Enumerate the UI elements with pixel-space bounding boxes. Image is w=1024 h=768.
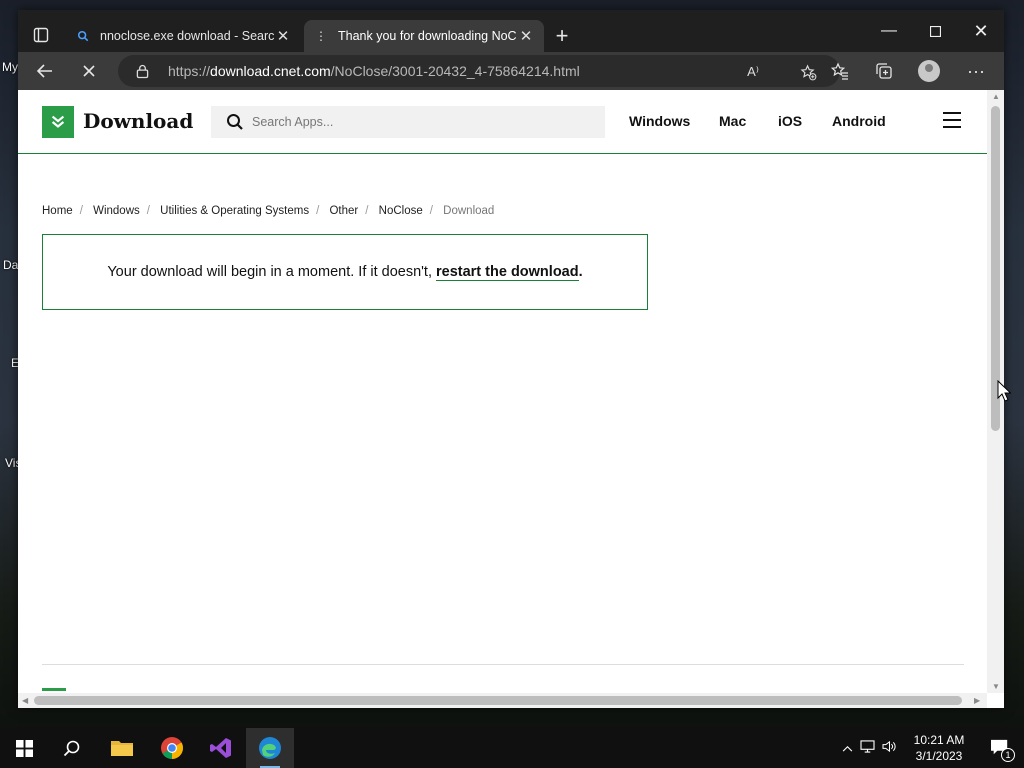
maximize-button[interactable] (912, 16, 958, 46)
taskbar-clock[interactable]: 10:21 AM 3/1/2023 (904, 732, 974, 764)
restart-download-link[interactable]: restart the download (436, 264, 579, 281)
back-arrow-icon (36, 64, 52, 78)
breadcrumb-windows[interactable]: Windows (93, 205, 140, 217)
site-logo-text[interactable]: Download (83, 109, 193, 133)
maximize-icon (929, 25, 941, 37)
new-tab-button[interactable]: + (548, 22, 576, 50)
tab-actions-button[interactable] (26, 20, 56, 50)
url-domain: download.cnet.com (210, 63, 331, 79)
horizontal-scroll-thumb[interactable] (34, 696, 962, 705)
url-path: /NoClose/3001-20432_4-75864214.html (330, 63, 580, 79)
site-header: Download Windows Mac iOS Android (18, 90, 987, 154)
favorites-button[interactable] (825, 56, 855, 86)
desktop-label-da[interactable]: Da (3, 258, 18, 272)
search-favicon-icon (76, 29, 90, 43)
tab-search[interactable]: nnoclose.exe download - Search ✕ (66, 20, 301, 52)
nav-windows[interactable]: Windows (629, 113, 690, 129)
section-accent-bar (42, 688, 66, 691)
breadcrumb-utilities[interactable]: Utilities & Operating Systems (160, 205, 309, 217)
system-tray (838, 728, 900, 768)
search-icon (63, 740, 80, 757)
visual-studio-button[interactable] (197, 728, 245, 768)
notice-text: Your download will begin in a moment. If… (107, 264, 432, 280)
page-viewport: Download Windows Mac iOS Android Home/ W… (18, 90, 987, 693)
search-input[interactable] (252, 115, 572, 129)
start-button[interactable] (0, 728, 48, 768)
browser-titlebar: nnoclose.exe download - Search ✕ ⋮ Thank… (18, 10, 1004, 52)
close-window-button[interactable]: ✕ (958, 16, 1004, 46)
network-icon[interactable] (856, 740, 878, 756)
edge-icon (259, 737, 281, 759)
breadcrumb-home[interactable]: Home (42, 205, 73, 217)
more-dots-icon: ⋮ (315, 29, 327, 43)
visual-studio-icon (210, 738, 231, 758)
notification-count-badge: 1 (1001, 748, 1015, 762)
breadcrumb-noclose[interactable]: NoClose (379, 205, 423, 217)
horizontal-scrollbar[interactable]: ◀ ▶ (18, 693, 987, 708)
breadcrumb: Home / Windows / Utilities & Operating Sys… (42, 205, 495, 217)
taskbar: 10:21 AM 3/1/2023 1 (0, 728, 1024, 768)
browser-toolbar: https://download.cnet.com/NoClose/3001-2… (18, 52, 1004, 90)
stop-loading-button[interactable] (74, 56, 104, 86)
settings-more-button[interactable]: ··· (961, 56, 991, 86)
tab-actions-icon (33, 27, 49, 43)
clock-time: 10:21 AM (913, 733, 965, 747)
back-button[interactable] (30, 56, 60, 86)
nav-android[interactable]: Android (832, 113, 886, 129)
read-aloud-icon[interactable]: A⁾ (743, 62, 763, 82)
chrome-icon (161, 737, 183, 759)
add-favorite-icon[interactable] (798, 62, 818, 82)
desktop-label-my[interactable]: My (2, 60, 18, 74)
notification-center-button[interactable]: 1 (976, 728, 1024, 768)
chrome-button[interactable] (148, 728, 196, 768)
show-hidden-icons-icon[interactable] (838, 741, 856, 755)
nav-mac[interactable]: Mac (719, 113, 746, 129)
windows-logo-icon (15, 739, 33, 757)
url-prefix: https:// (168, 63, 211, 79)
notice-tail: . (578, 264, 583, 280)
mouse-cursor-icon (997, 380, 1011, 402)
tab-close-icon[interactable]: ✕ (275, 27, 291, 45)
scroll-up-arrow-icon[interactable]: ▲ (992, 92, 1000, 101)
download-notice: Your download will begin in a moment. If… (42, 234, 648, 310)
scroll-right-arrow-icon[interactable]: ▶ (974, 696, 980, 705)
scroll-down-arrow-icon[interactable]: ▼ (992, 682, 1000, 691)
browser-window: nnoclose.exe download - Search ✕ ⋮ Thank… (18, 10, 1004, 708)
lock-icon[interactable] (136, 64, 154, 79)
url-text[interactable]: https://download.cnet.com/NoClose/3001-2… (168, 63, 580, 79)
collections-button[interactable] (869, 56, 899, 86)
tab-title: Thank you for downloading NoC (338, 29, 517, 43)
file-explorer-button[interactable] (98, 728, 146, 768)
tab-title: nnoclose.exe download - Search (100, 29, 275, 43)
volume-icon[interactable] (878, 740, 900, 756)
menu-hamburger-icon[interactable] (943, 112, 961, 128)
nav-ios[interactable]: iOS (778, 113, 802, 129)
stop-loading-icon (83, 65, 95, 77)
profile-avatar[interactable] (918, 60, 940, 82)
edge-button[interactable] (246, 728, 294, 768)
scroll-left-arrow-icon[interactable]: ◀ (22, 696, 28, 705)
folder-icon (111, 741, 133, 756)
breadcrumb-current: Download (443, 205, 495, 217)
breadcrumb-other[interactable]: Other (329, 205, 358, 217)
favorites-icon (831, 62, 848, 80)
content-divider (42, 664, 964, 665)
address-bar[interactable]: https://download.cnet.com/NoClose/3001-2… (118, 55, 840, 87)
tab-download[interactable]: ⋮ Thank you for downloading NoC ✕ (304, 20, 544, 52)
tab-close-icon[interactable]: ✕ (518, 27, 534, 45)
clock-date: 3/1/2023 (915, 749, 963, 763)
site-search-box[interactable] (211, 106, 605, 138)
collections-icon (876, 63, 892, 79)
search-button[interactable] (48, 728, 96, 768)
minimize-button[interactable]: — (866, 16, 912, 46)
download-logo-icon[interactable] (42, 106, 74, 138)
search-icon (227, 114, 243, 130)
